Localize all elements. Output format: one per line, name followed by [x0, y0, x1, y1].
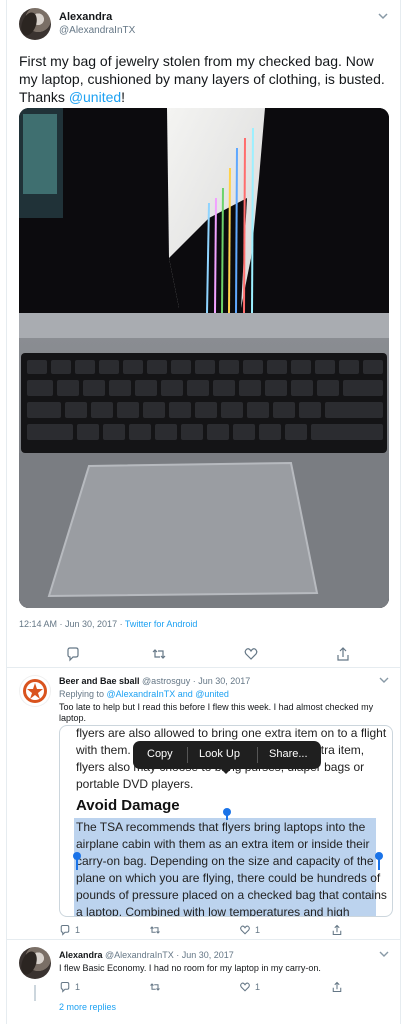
reply-count: 1 — [75, 925, 81, 935]
reply-author-name[interactable]: Beer and Bae sball — [59, 676, 140, 686]
selected-line: airplane cabin with them as an extra ite… — [76, 837, 370, 851]
like-count: 1 — [255, 982, 261, 992]
reply-author: Beer and Bae sball @astrosguy · Jun 30, … — [59, 676, 250, 686]
reply-icon[interactable] — [59, 981, 71, 993]
selection-menu: Copy Look Up Share... — [133, 741, 321, 769]
reply-text: I flew Basic Economy. I had no room for … — [59, 963, 321, 973]
article-line: portable DVD players. — [76, 777, 194, 791]
chevron-down-icon[interactable] — [378, 949, 390, 959]
broken-laptop-photo[interactable] — [19, 108, 389, 608]
avatar[interactable] — [19, 947, 51, 979]
retweet-icon[interactable] — [149, 981, 161, 993]
retweet-icon[interactable] — [149, 924, 161, 936]
tweet-text-end: ! — [121, 89, 126, 105]
replying-to-link[interactable]: @AlexandraInTX and @united — [107, 689, 229, 699]
selected-line: The TSA recommends that flyers bring lap… — [76, 820, 366, 834]
screenshot-image[interactable]: flyers are also allowed to bring one ext… — [59, 725, 393, 917]
look-up-button[interactable]: Look Up — [199, 748, 240, 760]
copy-button[interactable]: Copy — [147, 748, 173, 760]
tweet-text: First my bag of jewelry stolen from my c… — [19, 52, 389, 106]
tweet-timestamp: 12:14 AM · Jun 30, 2017 · Twitter for An… — [19, 619, 197, 629]
reply-icon[interactable] — [65, 646, 81, 662]
like-count: 1 — [255, 925, 261, 935]
timestamp-text[interactable]: 12:14 AM · Jun 30, 2017 · — [19, 619, 125, 629]
reply-count: 1 — [75, 982, 81, 992]
reply-text: Too late to help but I read this before … — [59, 702, 374, 723]
selected-line: plane on which you are flying, there cou… — [76, 871, 381, 885]
article-line: flyers are also allowed to bring one ext… — [76, 726, 387, 740]
replying-prefix: Replying to — [59, 689, 107, 699]
like-icon[interactable] — [239, 981, 251, 993]
share-button[interactable]: Share... — [269, 748, 308, 760]
like-icon[interactable] — [243, 646, 259, 662]
menu-arrow — [220, 768, 232, 774]
share-icon[interactable] — [331, 981, 343, 993]
author-handle[interactable]: @AlexandraInTX — [59, 25, 135, 36]
retweet-icon[interactable] — [151, 646, 167, 662]
more-replies-link[interactable]: 2 more replies — [59, 1002, 116, 1012]
reply-icon[interactable] — [59, 924, 71, 936]
avatar[interactable] — [19, 675, 51, 707]
share-icon[interactable] — [331, 924, 343, 936]
tweet-actions — [7, 644, 400, 664]
avatar[interactable] — [19, 8, 51, 40]
reply-handle-date[interactable]: @AlexandraInTX · Jun 30, 2017 — [103, 950, 234, 960]
mention-link[interactable]: @united — [69, 89, 121, 105]
menu-divider — [187, 747, 188, 763]
like-icon[interactable] — [239, 924, 251, 936]
source-link[interactable]: Twitter for Android — [125, 619, 198, 629]
selection-handle-dot[interactable] — [73, 852, 81, 860]
reply-actions: 1 1 — [59, 924, 399, 938]
timeline-column: Alexandra @AlexandraInTX First my bag of… — [6, 0, 401, 1024]
replying-to: Replying to @AlexandraInTX and @united — [59, 689, 229, 699]
reply-tweet[interactable]: Beer and Bae sball @astrosguy · Jun 30, … — [7, 669, 400, 940]
reply-tweet[interactable]: Alexandra @AlexandraInTX · Jun 30, 2017 … — [7, 941, 400, 1024]
author-name[interactable]: Alexandra — [59, 11, 112, 23]
thread-line — [34, 985, 36, 1001]
reply-handle-date[interactable]: @astrosguy · Jun 30, 2017 — [140, 676, 250, 686]
chevron-down-icon[interactable] — [378, 675, 390, 685]
chevron-down-icon[interactable] — [376, 10, 390, 22]
share-icon[interactable] — [335, 646, 351, 662]
laptop-photo-icon — [19, 108, 389, 608]
reply-author-name[interactable]: Alexandra — [59, 950, 103, 960]
reply-author: Alexandra @AlexandraInTX · Jun 30, 2017 — [59, 950, 234, 960]
main-tweet[interactable]: Alexandra @AlexandraInTX First my bag of… — [7, 0, 400, 668]
reply-actions: 1 1 — [59, 981, 399, 995]
star-logo-icon — [20, 676, 50, 706]
menu-divider — [257, 747, 258, 763]
selection-handle-dot[interactable] — [375, 852, 383, 860]
selected-line: carry-on bag. Depending on the size and … — [76, 854, 374, 868]
selected-line: pounds of pressure placed on a checked b… — [76, 888, 387, 902]
selected-line: a laptop. Combined with low temperatures… — [76, 905, 350, 917]
selection-handle-dot[interactable] — [223, 808, 231, 816]
article-heading: Avoid Damage — [76, 797, 180, 814]
